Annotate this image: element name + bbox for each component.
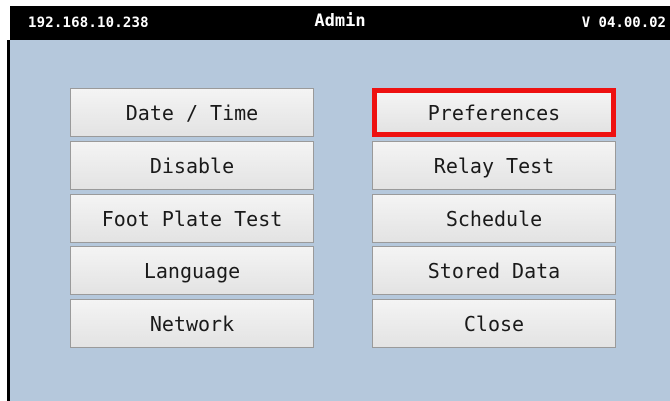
stored-data-button[interactable]: Stored Data xyxy=(372,246,616,295)
network-button[interactable]: Network xyxy=(70,299,314,348)
version-label: V 04.00.02 xyxy=(581,15,666,31)
close-button[interactable]: Close xyxy=(372,299,616,348)
schedule-button[interactable]: Schedule xyxy=(372,194,616,243)
date-time-button[interactable]: Date / Time xyxy=(70,88,314,137)
preferences-button[interactable]: Preferences xyxy=(372,88,616,137)
title-bar: 192.168.10.238 Admin V 04.00.02 xyxy=(10,6,670,40)
foot-plate-test-button[interactable]: Foot Plate Test xyxy=(70,194,314,243)
language-button[interactable]: Language xyxy=(70,246,314,295)
page-title: Admin xyxy=(314,11,366,31)
relay-test-button[interactable]: Relay Test xyxy=(372,141,616,190)
admin-screen: 192.168.10.238 Admin V 04.00.02 Date / T… xyxy=(0,0,670,401)
disable-button[interactable]: Disable xyxy=(70,141,314,190)
